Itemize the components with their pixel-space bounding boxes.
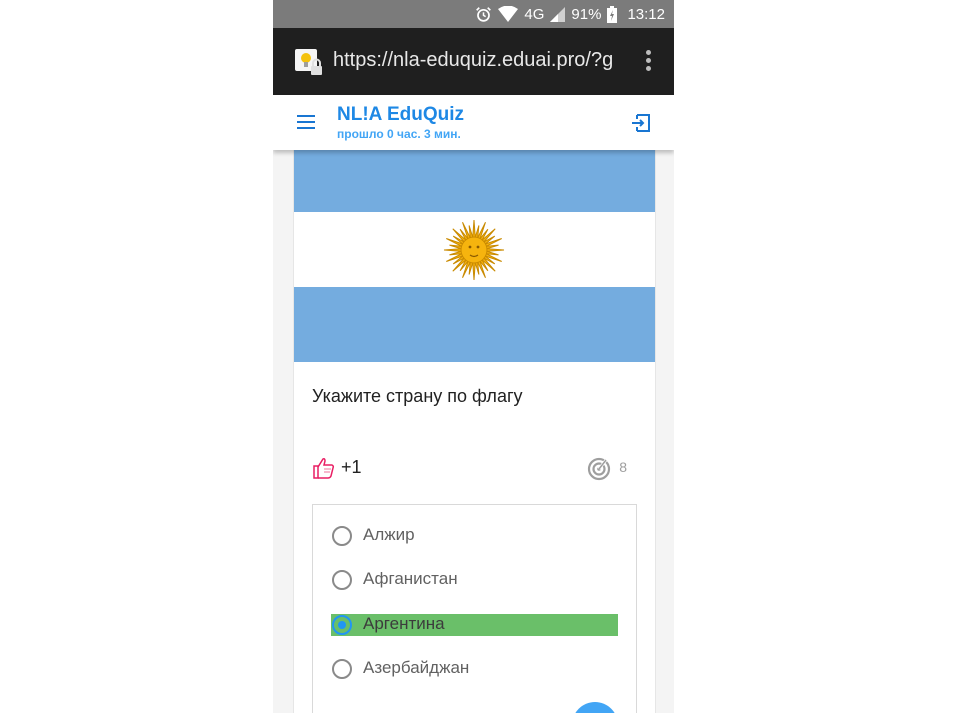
radio-button[interactable]: [332, 570, 352, 590]
option-label: Алжир: [363, 525, 415, 544]
menu-icon[interactable]: [297, 115, 315, 129]
app-header: NL!A EduQuiz прошло 0 час. 3 мин.: [273, 95, 674, 150]
option-label: Афганистан: [363, 569, 458, 588]
sun-ray: [472, 261, 476, 281]
score-value: +1: [341, 457, 362, 477]
sun-ray: [443, 248, 463, 252]
signal-icon: [550, 6, 566, 22]
radio-button[interactable]: [332, 659, 352, 679]
question-card: Укажите страну по флагу +1 8 Алжир Афган…: [293, 150, 656, 713]
phone-screen: 4G 91% 13:12 https://nla-eduquiz.eduai.p…: [273, 0, 674, 713]
browser-menu-icon[interactable]: [642, 48, 654, 76]
radio-button[interactable]: [332, 526, 352, 546]
option-azerbaijan[interactable]: Азербайджан: [331, 658, 618, 680]
browser-url-bar: https://nla-eduquiz.eduai.pro/?g: [273, 28, 674, 95]
attempts-count: 8: [619, 459, 627, 475]
answer-options: Алжир Афганистан Аргентина Азербайджан: [312, 504, 637, 713]
option-label: Азербайджан: [363, 658, 470, 677]
url-text[interactable]: https://nla-eduquiz.eduai.pro/?g: [333, 49, 613, 72]
battery-percentage: 91%: [571, 5, 602, 23]
option-label: Аргентина: [363, 614, 445, 633]
sun-ray: [485, 248, 505, 252]
option-algeria[interactable]: Алжир: [331, 525, 618, 547]
battery-icon: [607, 5, 618, 23]
sun-of-may-icon: [443, 219, 505, 281]
option-afghanistan[interactable]: Афганистан: [331, 569, 618, 591]
option-argentina[interactable]: Аргентина: [331, 614, 618, 636]
thumbs-up-icon: [313, 458, 335, 479]
question-text: Укажите страну по флагу: [312, 386, 523, 406]
sun-ray: [472, 219, 476, 239]
logout-icon[interactable]: [630, 112, 652, 134]
status-bar: 4G 91% 13:12: [273, 0, 674, 28]
site-lock-icon: [295, 49, 322, 75]
elapsed-time: прошло 0 час. 3 мин.: [337, 127, 461, 141]
flag-image: [294, 150, 655, 362]
target-icon: [587, 457, 611, 481]
wifi-icon: [498, 6, 519, 22]
network-type: 4G: [524, 5, 545, 23]
radio-button-selected[interactable]: [332, 615, 352, 635]
clock: 13:12: [627, 5, 665, 23]
alarm-icon: [476, 6, 492, 22]
quiz-content: Укажите страну по флагу +1 8 Алжир Афган…: [273, 150, 674, 713]
score-row: +1 8: [312, 454, 637, 482]
app-title: NL!A EduQuiz: [337, 104, 464, 125]
